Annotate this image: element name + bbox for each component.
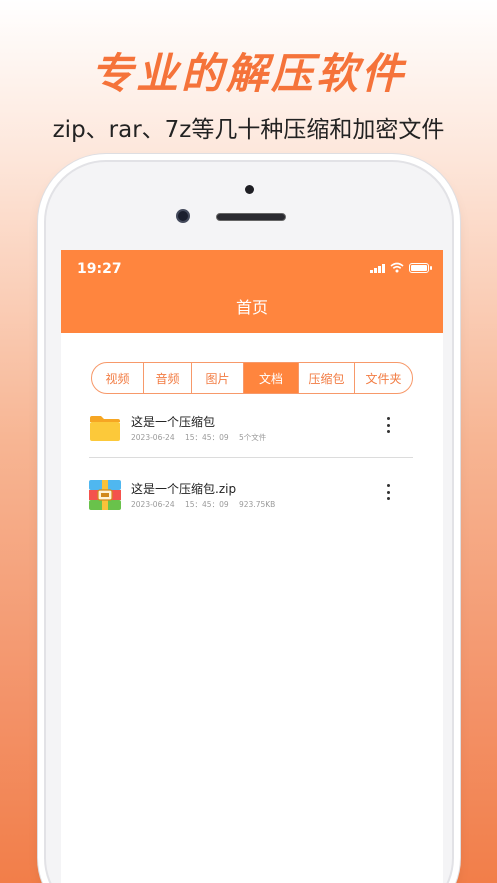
more-options-icon[interactable]: [383, 482, 393, 502]
tab-folder[interactable]: 文件夹: [355, 363, 412, 393]
phone-volume-down: [37, 425, 43, 485]
file-name: 这是一个压缩包: [131, 415, 216, 429]
tab-video[interactable]: 视频: [92, 363, 144, 393]
promo-subline: zip、rar、7z等几十种压缩和加密文件: [52, 117, 445, 143]
file-date: 2023-06-24: [131, 433, 175, 442]
tab-image[interactable]: 图片: [192, 363, 244, 393]
page-title: 首页: [235, 298, 268, 317]
tab-archive[interactable]: 压缩包: [299, 363, 355, 393]
list-item[interactable]: 这是一个压缩包.zip 2023-06-24 15：45：09 923.75KB: [89, 474, 413, 520]
folder-icon: [90, 416, 120, 441]
file-size: 923.75KB: [239, 500, 276, 509]
file-meta: 2023-06-24 15：45：09 923.75KB: [131, 499, 283, 510]
file-date: 2023-06-24: [131, 500, 175, 509]
list-divider: [89, 457, 413, 458]
more-options-icon[interactable]: [383, 415, 393, 435]
cellular-signal-icon: [370, 263, 385, 273]
front-camera: [176, 209, 190, 223]
proximity-sensor: [245, 185, 254, 194]
phone-volume-up: [37, 345, 43, 405]
status-time: 19:27: [77, 261, 122, 277]
file-time: 15：45：09: [184, 500, 229, 509]
promo-headline: 专业的解压软件: [90, 49, 406, 98]
file-time: 15：45：09: [184, 433, 229, 442]
zip-archive-icon: [89, 480, 121, 510]
category-tabs: 视频 音频 图片 文档 压缩包 文件夹: [91, 362, 413, 394]
battery-icon: [409, 262, 432, 273]
app-header: 19:27 首页: [61, 250, 443, 333]
phone-power-button: [454, 345, 460, 435]
wifi-icon: [390, 262, 404, 273]
phone-mute-switch: [37, 270, 43, 304]
tab-audio[interactable]: 音频: [144, 363, 192, 393]
file-size: 5个文件: [239, 433, 267, 442]
file-meta: 2023-06-24 15：45：09 5个文件: [131, 432, 274, 443]
tab-document[interactable]: 文档: [244, 363, 299, 393]
status-icons: [370, 262, 432, 273]
list-item[interactable]: 这是一个压缩包 2023-06-24 15：45：09 5个文件: [89, 407, 413, 453]
app-screen: 19:27 首页 视频 音频 图片 文档 压缩包 文件夹 这是一个压缩包 202…: [61, 250, 443, 883]
earpiece-speaker: [216, 213, 286, 221]
file-name: 这是一个压缩包.zip: [131, 482, 237, 496]
